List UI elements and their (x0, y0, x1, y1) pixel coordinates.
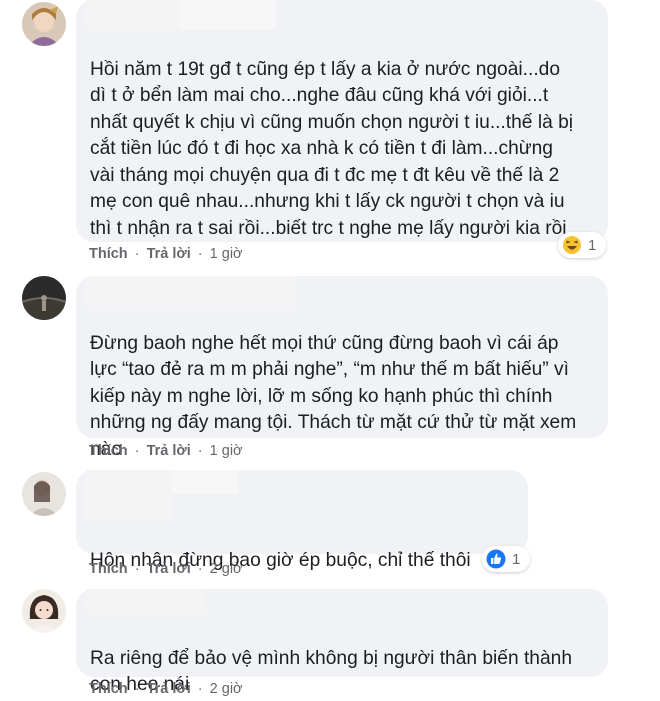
reaction-summary[interactable]: 1 (558, 232, 607, 258)
separator-dot: · (197, 443, 203, 459)
author-name-redacted[interactable] (86, 470, 172, 520)
separator-dot: · (197, 246, 203, 262)
like-reaction-icon (486, 549, 506, 569)
comment-bubble: Hôn nhân đừng bao giờ ép buộc, chỉ thế t… (76, 470, 528, 620)
author-name-redacted[interactable] (86, 0, 181, 30)
comment-actions: Thích · Trả lời · 1 giờ (89, 443, 243, 459)
like-button[interactable]: Thích (89, 681, 128, 697)
comment-time[interactable]: 2 giờ (210, 561, 243, 577)
avatar[interactable] (22, 589, 66, 633)
comment-actions: Thích · Trả lời · 2 giờ (89, 681, 243, 697)
separator-dot: · (197, 681, 203, 697)
separator-dot: · (134, 443, 140, 459)
reply-button[interactable]: Trả lời (147, 561, 191, 577)
like-button[interactable]: Thích (89, 443, 128, 459)
comment-time[interactable]: 1 giờ (210, 443, 243, 459)
comment-text: Đừng baoh nghe hết mọi thứ cũng đừng bao… (90, 304, 594, 463)
comment-text-content: Hồi năm t 19t gđ t cũng ép t lấy a kia ở… (90, 58, 574, 239)
haha-reaction-icon (563, 236, 581, 254)
author-name-redacted-2 (172, 470, 238, 494)
comment-time[interactable]: 2 giờ (210, 681, 243, 697)
reaction-summary[interactable]: 1 (482, 546, 531, 572)
like-button[interactable]: Thích (89, 246, 128, 262)
avatar[interactable] (22, 276, 66, 320)
separator-dot: · (134, 246, 140, 262)
separator-dot: · (134, 681, 140, 697)
comment-actions: Thích · Trả lời · 1 giờ (89, 246, 243, 262)
avatar[interactable] (22, 472, 66, 516)
separator-dot: · (197, 561, 203, 577)
comment-bubble: Ra riêng để bảo vệ mình không bị người t… (76, 589, 608, 695)
comment-text-content: Đừng baoh nghe hết mọi thứ cũng đừng bao… (90, 332, 577, 460)
author-name-redacted[interactable] (86, 276, 296, 306)
reply-button[interactable]: Trả lời (147, 443, 191, 459)
separator-dot: · (134, 561, 140, 577)
author-name-redacted[interactable] (86, 589, 206, 615)
reply-button[interactable]: Trả lời (147, 246, 191, 262)
comment-bubble: Hồi năm t 19t gđ t cũng ép t lấy a kia ở… (76, 0, 608, 341)
reply-button[interactable]: Trả lời (147, 681, 191, 697)
like-button[interactable]: Thích (89, 561, 128, 577)
author-name-redacted-2 (181, 0, 276, 30)
comment-bubble: Đừng baoh nghe hết mọi thứ cũng đừng bao… (76, 276, 608, 460)
reaction-count: 1 (512, 550, 521, 568)
comment-actions: Thích · Trả lời · 2 giờ (89, 561, 243, 577)
avatar[interactable] (22, 2, 66, 46)
reaction-count: 1 (588, 236, 597, 254)
comment-time[interactable]: 1 giờ (210, 246, 243, 262)
